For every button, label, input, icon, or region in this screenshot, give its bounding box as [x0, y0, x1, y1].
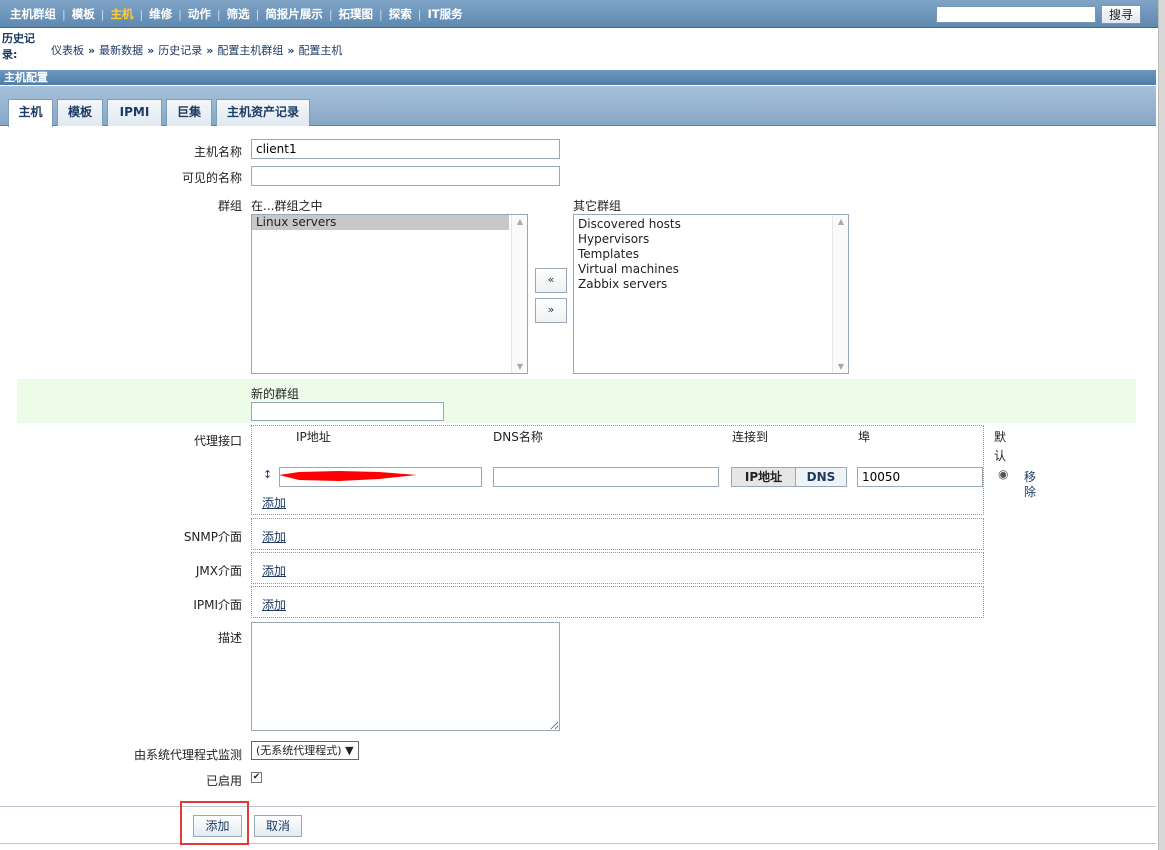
highlight-annotation: [180, 801, 249, 845]
list-item[interactable]: Discovered hosts: [574, 217, 848, 232]
scroll-up-icon[interactable]: ▲: [833, 217, 848, 226]
nav-item[interactable]: 模板: [66, 6, 101, 22]
breadcrumb-history[interactable]: 历史记录: [158, 44, 202, 57]
other-groups-label: 其它群组: [573, 199, 622, 213]
breadcrumb-separator: »: [206, 44, 214, 57]
tab-templates[interactable]: 模板: [57, 99, 103, 126]
add-ipmi-interface-link[interactable]: 添加: [262, 596, 286, 613]
other-groups-listbox[interactable]: Discovered hosts Hypervisors Templates V…: [573, 214, 849, 374]
list-item[interactable]: Zabbix servers: [574, 277, 848, 292]
new-group-row: [17, 379, 1136, 423]
default-radio[interactable]: ◉: [998, 467, 1008, 481]
port-field[interactable]: [857, 467, 983, 487]
groups-label: 群组: [217, 199, 242, 213]
breadcrumb-separator: »: [287, 44, 295, 57]
main-menu: 主机群组 | 模板 | 主机 | 维修 | 动作 | 筛选 | 简报片展示 | 拓璞图 | 探索 | IT服务: [4, 0, 469, 28]
move-right-button[interactable]: »: [535, 298, 567, 323]
nav-item[interactable]: 简报片展示: [259, 6, 329, 22]
nav-item[interactable]: 筛选: [221, 6, 256, 22]
column-ip-header: IP地址: [296, 430, 331, 444]
tab-ipmi[interactable]: IPMI: [107, 99, 162, 126]
breadcrumb-host-groups[interactable]: 配置主机群组: [217, 44, 283, 57]
top-nav: 主机群组 | 模板 | 主机 | 维修 | 动作 | 筛选 | 简报片展示 | 拓璞图 | 探索 | IT服务 搜寻: [0, 0, 1165, 28]
tab-bar: 主机 模板 IPMI 巨集 主机资产记录: [0, 86, 1156, 127]
section-title: 主机配置: [0, 70, 1156, 85]
visible-name-label: 可见的名称: [181, 171, 242, 185]
column-port-header: 埠: [858, 430, 871, 444]
breadcrumb-separator: »: [88, 44, 96, 57]
new-group-field[interactable]: [251, 402, 444, 421]
nav-item[interactable]: 拓璞图: [333, 6, 380, 22]
scrollbar[interactable]: ▲ ▼: [832, 215, 848, 373]
breadcrumb: 仪表板» 最新数据» 历史记录» 配置主机群组» 配置主机: [51, 42, 342, 58]
column-default-header: 默认: [994, 430, 1007, 463]
remove-link[interactable]: 移除: [1024, 470, 1038, 500]
breadcrumb-separator: »: [147, 44, 155, 57]
description-field[interactable]: [251, 622, 560, 731]
tab-macros[interactable]: 巨集: [166, 99, 212, 126]
breadcrumb-dashboard[interactable]: 仪表板: [51, 44, 84, 57]
nav-item[interactable]: 动作: [182, 6, 217, 22]
connect-dns-button[interactable]: DNS: [795, 467, 847, 487]
search-button[interactable]: 搜寻: [1101, 5, 1141, 24]
scrollbar[interactable]: ▲ ▼: [511, 215, 527, 373]
in-groups-label: 在...群组之中: [251, 199, 323, 213]
search-input[interactable]: [936, 6, 1096, 23]
nav-item[interactable]: IT服务: [421, 6, 468, 22]
column-connect-header: 连接到: [732, 430, 769, 444]
list-item[interactable]: Virtual machines: [574, 262, 848, 277]
nav-item[interactable]: 主机群组: [4, 6, 62, 22]
host-name-field[interactable]: [251, 139, 560, 159]
nav-item[interactable]: 维修: [143, 6, 178, 22]
cancel-button[interactable]: 取消: [254, 815, 302, 837]
enabled-label: 已启用: [205, 774, 242, 788]
window-scrollbar[interactable]: [1158, 0, 1165, 850]
breadcrumb-hosts[interactable]: 配置主机: [298, 44, 342, 57]
in-groups-listbox[interactable]: Linux servers ▲ ▼: [251, 214, 528, 374]
nav-item[interactable]: 主机: [104, 6, 139, 22]
breadcrumb-latest-data[interactable]: 最新数据: [99, 44, 143, 57]
jmx-interface-box: [251, 552, 984, 584]
redaction-mark: [279, 471, 417, 481]
checkmark-icon: ✔: [252, 772, 261, 782]
move-left-button[interactable]: «: [535, 268, 567, 293]
tab-inventory[interactable]: 主机资产记录: [216, 99, 310, 126]
footer-bar: [0, 806, 1156, 844]
visible-name-field[interactable]: [251, 166, 560, 186]
scroll-down-icon[interactable]: ▼: [833, 362, 848, 371]
add-snmp-interface-link[interactable]: 添加: [262, 528, 286, 545]
snmp-interface-box: [251, 518, 984, 550]
history-label: 历史记录:: [2, 32, 35, 61]
proxy-select-value: (无系统代理程式): [256, 744, 342, 757]
ipmi-interface-box: [251, 586, 984, 618]
enabled-checkbox[interactable]: ✔: [251, 772, 262, 783]
agent-interface-label: 代理接口: [193, 434, 242, 448]
dns-name-field[interactable]: [493, 467, 719, 487]
add-agent-interface-link[interactable]: 添加: [262, 494, 286, 511]
add-jmx-interface-link[interactable]: 添加: [262, 562, 286, 579]
host-name-label: 主机名称: [193, 145, 242, 159]
nav-item[interactable]: 探索: [383, 6, 418, 22]
column-dns-header: DNS名称: [493, 430, 543, 444]
list-item[interactable]: Templates: [574, 247, 848, 262]
proxy-select[interactable]: (无系统代理程式) ▼: [251, 741, 359, 760]
new-group-label: 新的群组: [251, 387, 300, 401]
list-item[interactable]: Linux servers: [252, 215, 509, 230]
list-item[interactable]: Hypervisors: [574, 232, 848, 247]
description-label: 描述: [217, 631, 242, 645]
chevron-down-icon: ▼: [345, 744, 354, 757]
connect-ip-button[interactable]: IP地址: [731, 467, 796, 487]
snmp-interface-label: SNMP介面: [183, 530, 242, 544]
scroll-down-icon[interactable]: ▼: [512, 362, 527, 371]
ipmi-interface-label: IPMI介面: [193, 598, 242, 612]
proxy-label: 由系统代理程式监测: [133, 748, 242, 762]
scroll-up-icon[interactable]: ▲: [512, 217, 527, 226]
tab-host[interactable]: 主机: [8, 99, 53, 127]
drag-handle-icon[interactable]: ↕: [263, 468, 272, 481]
jmx-interface-label: JMX介面: [195, 564, 242, 578]
